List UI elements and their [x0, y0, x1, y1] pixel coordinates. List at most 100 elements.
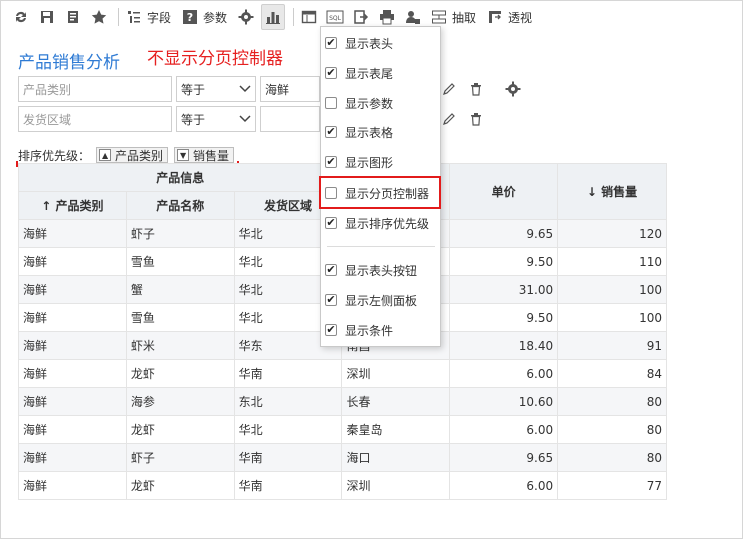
checkbox-checked-icon[interactable]: ✔: [325, 294, 337, 306]
table-cell: 东北: [233, 387, 343, 416]
star-icon: [88, 6, 110, 28]
trash-icon[interactable]: [467, 80, 485, 98]
menu-item[interactable]: ✔ 显示条件: [321, 319, 440, 341]
filter-field-region[interactable]: 发货区域: [18, 106, 172, 132]
column-header-price[interactable]: 单价: [449, 163, 559, 220]
table-cell: 80: [557, 415, 667, 444]
table-cell: 80: [557, 387, 667, 416]
field-label: 字段: [147, 10, 172, 25]
param-button[interactable]: ? 参数: [179, 4, 231, 30]
column-header-product[interactable]: 产品名称: [125, 191, 235, 220]
sort-asc-icon: ▲: [99, 149, 112, 161]
table-cell: 蟹: [125, 275, 235, 304]
checkbox-checked-icon[interactable]: ✔: [325, 126, 337, 138]
table-cell: 雪鱼: [125, 303, 235, 332]
table-button[interactable]: [298, 4, 320, 30]
sql-icon: SQL: [324, 6, 346, 28]
table-cell: 龙虾: [125, 359, 235, 388]
table-cell: 海鲜: [18, 331, 127, 360]
chart-button[interactable]: [261, 4, 286, 30]
table-cell: 海鲜: [18, 359, 127, 388]
favorite-button[interactable]: [88, 4, 110, 30]
table-cell: 海鲜: [18, 275, 127, 304]
checkbox-unchecked-icon[interactable]: [325, 97, 337, 109]
refresh-button[interactable]: [10, 4, 32, 30]
question-icon: ?: [179, 6, 201, 28]
table-cell: 深圳: [341, 471, 451, 500]
menu-item[interactable]: 显示参数: [321, 92, 440, 114]
pivot-label: 透视: [508, 10, 533, 25]
table-cell: 华南: [233, 443, 343, 472]
table-cell: 91: [557, 331, 667, 360]
operator-value: 等于: [181, 82, 206, 97]
filter-row-region: 发货区域 等于: [18, 106, 320, 132]
operator-select-category[interactable]: 等于: [176, 76, 256, 102]
menu-item[interactable]: ✔ 显示图形: [321, 151, 440, 173]
filter-value-category[interactable]: 海鲜: [260, 76, 320, 102]
save-button[interactable]: [36, 4, 58, 30]
checkbox-checked-icon[interactable]: ✔: [325, 37, 337, 49]
column-header-sales[interactable]: ↓ 销售量: [557, 163, 667, 220]
menu-item[interactable]: ✔ 显示排序优先级: [321, 212, 440, 234]
menu-item-label: 显示左侧面板: [345, 293, 418, 308]
menu-item[interactable]: ✔ 显示左侧面板: [321, 289, 440, 311]
toolbar-separator: [118, 8, 119, 26]
settings-button[interactable]: [235, 4, 257, 30]
column-header-label: 产品类别: [55, 199, 104, 213]
chevron-down-icon: [239, 82, 251, 96]
table-cell: 10.60: [449, 387, 559, 416]
sort-asc-arrow-icon: ↑: [41, 199, 52, 213]
table-cell: 6.00: [449, 471, 559, 500]
table-cell: 海参: [125, 387, 235, 416]
table-cell: 100: [557, 275, 667, 304]
checkbox-checked-icon[interactable]: ✔: [325, 324, 337, 336]
table-cell: 18.40: [449, 331, 559, 360]
table-row: 海鲜 龙虾 华南 深圳 6.00 77: [18, 471, 667, 500]
table-cell: 110: [557, 247, 667, 276]
menu-item-label: 显示条件: [345, 323, 394, 338]
checkbox-checked-icon[interactable]: ✔: [325, 217, 337, 229]
table-cell: 海鲜: [18, 303, 127, 332]
trash-icon[interactable]: [467, 110, 485, 128]
table-cell: 雪鱼: [125, 247, 235, 276]
column-header-category[interactable]: ↑ 产品类别: [18, 191, 127, 220]
gear-icon: [235, 6, 257, 28]
table-cell: 9.65: [449, 219, 559, 248]
table-cell: 6.00: [449, 359, 559, 388]
pencil-icon[interactable]: [440, 110, 458, 128]
filter-value-region[interactable]: [260, 106, 320, 132]
table-cell: 海鲜: [18, 471, 127, 500]
menu-item-label: 显示排序优先级: [345, 216, 430, 231]
menu-item-label: 显示图形: [345, 155, 394, 170]
menu-item[interactable]: ✔ 显示表头按钮: [321, 259, 440, 281]
table-cell: 秦皇岛: [341, 415, 451, 444]
table-cell: 31.00: [449, 275, 559, 304]
menu-item-label: 显示参数: [345, 96, 394, 111]
operator-select-region[interactable]: 等于: [176, 106, 256, 132]
chevron-down-icon: [239, 112, 251, 126]
checkbox-checked-icon[interactable]: ✔: [325, 264, 337, 276]
filter-row-category: 产品类别 等于 海鲜: [18, 76, 320, 102]
field-button[interactable]: 字段: [123, 4, 175, 30]
svg-text:?: ?: [187, 11, 193, 24]
checkbox-checked-icon[interactable]: ✔: [325, 67, 337, 79]
table-cell: 华南: [233, 471, 343, 500]
table-cell: 100: [557, 303, 667, 332]
pencil-icon[interactable]: [440, 80, 458, 98]
menu-item-label: 显示表头: [345, 36, 394, 51]
table-row: 海鲜 海参 东北 长春 10.60 80: [18, 387, 667, 416]
menu-item[interactable]: ✔ 显示表头: [321, 32, 440, 54]
checkbox-checked-icon[interactable]: ✔: [325, 156, 337, 168]
user-lock-icon: [402, 6, 424, 28]
sort-desc-icon: ▼: [177, 149, 190, 161]
pivot-button[interactable]: 透视: [484, 4, 536, 30]
table-cell: 海鲜: [18, 415, 127, 444]
filter-field-category[interactable]: 产品类别: [18, 76, 172, 102]
save-as-button[interactable]: [62, 4, 84, 30]
column-header-label: 销售量: [601, 185, 638, 199]
menu-item[interactable]: ✔ 显示表格: [321, 121, 440, 143]
menu-item[interactable]: ✔ 显示表尾: [321, 62, 440, 84]
svg-text:SQL: SQL: [329, 15, 342, 22]
menu-separator: [327, 246, 435, 247]
gear-icon[interactable]: [504, 80, 522, 98]
